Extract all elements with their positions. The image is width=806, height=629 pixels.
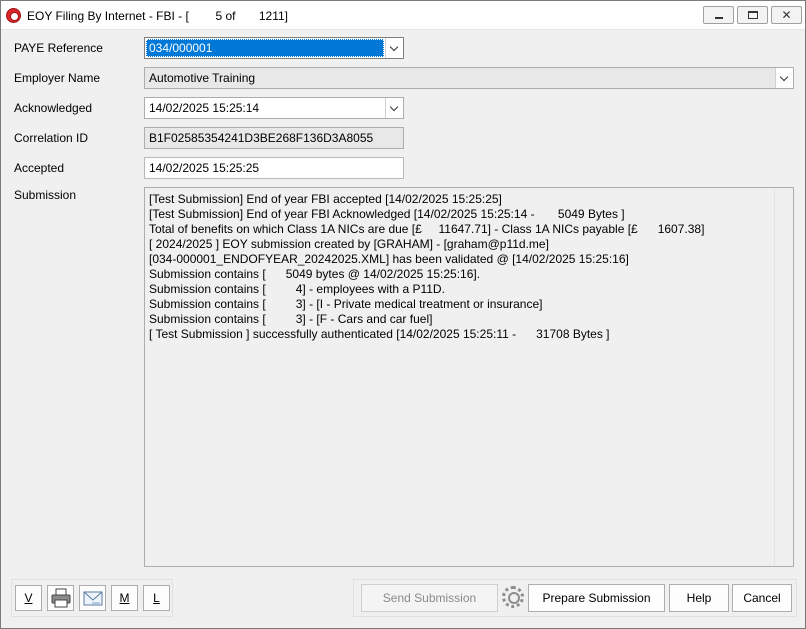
accepted-field[interactable]: 14/02/2025 15:25:25 bbox=[144, 157, 404, 179]
chevron-down-icon[interactable] bbox=[385, 38, 403, 58]
log-line: [ Test Submission ] successfully authent… bbox=[149, 327, 610, 341]
log-line: [Test Submission] End of year FBI accept… bbox=[149, 192, 502, 206]
chevron-down-icon[interactable] bbox=[775, 68, 793, 88]
accepted-value: 14/02/2025 15:25:25 bbox=[149, 161, 260, 175]
maximize-icon bbox=[748, 11, 758, 19]
m-button-label: M bbox=[119, 591, 130, 605]
v-button-label: V bbox=[24, 591, 33, 605]
log-line: Submission contains [ 5049 bytes @ 14/02… bbox=[149, 267, 481, 281]
gear-icon[interactable] bbox=[502, 586, 524, 608]
log-line: Total of benefits on which Class 1A NICs… bbox=[149, 222, 705, 236]
log-line: Submission contains [ 3] - [I - Private … bbox=[149, 297, 543, 311]
correlation-id-value: B1F02585354241D3BE268F136D3A8055 bbox=[149, 131, 374, 145]
email-icon bbox=[83, 591, 102, 606]
submission-log[interactable]: [Test Submission] End of year FBI accept… bbox=[144, 187, 794, 567]
window-title: EOY Filing By Internet - FBI - [ 5 of 12… bbox=[27, 9, 288, 23]
app-logo-icon bbox=[6, 8, 21, 23]
email-button[interactable] bbox=[79, 585, 106, 611]
log-line: [ 2024/2025 ] EOY submission created by … bbox=[149, 237, 549, 251]
correlation-id-label: Correlation ID bbox=[14, 131, 89, 145]
cancel-button[interactable]: Cancel bbox=[732, 584, 792, 612]
acknowledged-select[interactable]: 14/02/2025 15:25:14 bbox=[144, 97, 404, 119]
log-line: [Test Submission] End of year FBI Acknow… bbox=[149, 207, 625, 221]
help-button-label: Help bbox=[686, 591, 712, 605]
print-button[interactable] bbox=[47, 585, 74, 611]
employer-name-label: Employer Name bbox=[14, 71, 101, 85]
minimize-icon bbox=[715, 17, 723, 19]
accepted-label: Accepted bbox=[14, 161, 65, 175]
paye-reference-value: 034/000001 bbox=[146, 39, 384, 57]
acknowledged-value: 14/02/2025 15:25:14 bbox=[149, 101, 260, 115]
cancel-button-label: Cancel bbox=[743, 591, 781, 605]
send-submission-button[interactable]: Send Submission bbox=[361, 584, 498, 612]
vertical-scrollbar[interactable] bbox=[774, 188, 793, 566]
main-window: EOY Filing By Internet - FBI - [ 5 of 12… bbox=[0, 0, 806, 629]
paye-reference-select[interactable]: 034/000001 bbox=[144, 37, 404, 59]
submission-label: Submission bbox=[14, 188, 77, 202]
l-button[interactable]: L bbox=[143, 585, 170, 611]
maximize-button[interactable] bbox=[737, 6, 768, 24]
minimize-button[interactable] bbox=[703, 6, 734, 24]
v-button[interactable]: V bbox=[15, 585, 42, 611]
paye-reference-label: PAYE Reference bbox=[14, 41, 103, 55]
close-icon: ✕ bbox=[781, 8, 792, 22]
title-bar[interactable]: EOY Filing By Internet - FBI - [ 5 of 12… bbox=[1, 1, 805, 30]
m-button[interactable]: M bbox=[111, 585, 138, 611]
employer-name-value: Automotive Training bbox=[149, 71, 256, 85]
log-line: [034-000001_ENDOFYEAR_20242025.XML] has … bbox=[149, 252, 629, 266]
log-line: Submission contains [ 3] - [F - Cars and… bbox=[149, 312, 433, 326]
l-button-label: L bbox=[153, 591, 160, 605]
correlation-id-field[interactable]: B1F02585354241D3BE268F136D3A8055 bbox=[144, 127, 404, 149]
log-line: Submission contains [ 4] - employees wit… bbox=[149, 282, 445, 296]
chevron-down-icon[interactable] bbox=[385, 98, 403, 118]
prepare-submission-button[interactable]: Prepare Submission bbox=[528, 584, 665, 612]
employer-name-select[interactable]: Automotive Training bbox=[144, 67, 794, 89]
printer-icon bbox=[51, 588, 70, 608]
help-button[interactable]: Help bbox=[669, 584, 729, 612]
close-button[interactable]: ✕ bbox=[771, 6, 802, 24]
acknowledged-label: Acknowledged bbox=[14, 101, 93, 115]
